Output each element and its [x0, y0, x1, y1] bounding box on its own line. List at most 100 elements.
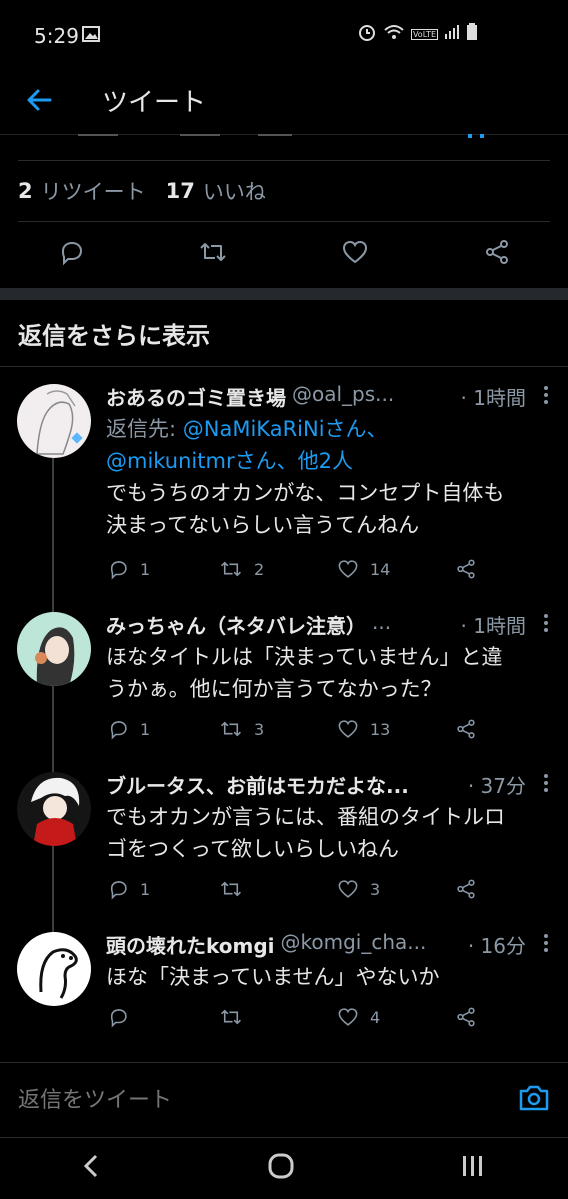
display-name[interactable]: 頭の壊れたkomgi — [106, 930, 275, 960]
retweet-icon — [221, 881, 241, 897]
tweet-header: ブルータス、お前はモカだよな... · 37分 — [106, 770, 552, 800]
timestamp: · 1時間 — [460, 614, 526, 638]
retweet-button[interactable]: 3 — [218, 714, 336, 744]
heart-icon — [338, 560, 358, 578]
back-arrow-icon[interactable] — [22, 82, 58, 118]
like-count: 14 — [370, 559, 391, 579]
likes-count[interactable]: 17 — [166, 179, 195, 203]
like-button[interactable] — [284, 222, 426, 286]
tweet-text-line: ほなタイトルは「決まっていません」と違 — [106, 645, 503, 669]
reply-tweet[interactable]: おあるのゴミ置き場 @oal_ps... · 1時間 返信先: @NaMiKaR… — [0, 382, 568, 582]
retweet-button[interactable] — [218, 1002, 336, 1032]
more-options-icon[interactable] — [542, 932, 550, 958]
nav-recents-icon[interactable] — [460, 1153, 486, 1183]
user-handle[interactable]: @komgi_cha... — [281, 930, 464, 960]
share-button[interactable] — [426, 222, 568, 286]
user-handle[interactable]: @oal_ps... — [292, 382, 457, 412]
like-button[interactable]: 14 — [336, 554, 454, 584]
avatar[interactable] — [17, 932, 91, 1006]
tweet-header: おあるのゴミ置き場 @oal_ps... · 1時間 — [106, 382, 552, 412]
status-icons: VoLTE — [357, 22, 478, 46]
reply-compose-bar — [0, 1062, 568, 1138]
reply-tweet[interactable]: ブルータス、お前はモカだよな... · 37分 でもオカンが言うには、番組のタイ… — [0, 770, 568, 910]
retweet-icon — [221, 561, 241, 577]
user-handle[interactable] — [415, 770, 464, 800]
more-options-icon[interactable] — [542, 384, 550, 410]
section-divider — [0, 288, 568, 300]
avatar[interactable] — [17, 612, 91, 686]
reply-tweet[interactable]: 頭の壊れたkomgi @komgi_cha... · 16分 ほな「決まっていま… — [0, 930, 568, 1040]
reply-mentions-link[interactable]: @NaMiKaRiNiさん、 — [183, 417, 388, 441]
like-button[interactable]: 4 — [336, 1002, 454, 1032]
tweet-text-line: でもオカンが言うには、番組のタイトルロ — [106, 805, 505, 829]
like-button[interactable]: 3 — [336, 874, 454, 904]
user-handle[interactable]: ... — [372, 610, 457, 640]
retweet-button[interactable] — [218, 874, 336, 904]
tweet-text-line: でもうちのオカンがな、コンセプト自体も — [106, 481, 505, 505]
share-button[interactable] — [454, 874, 478, 904]
reply-count: 1 — [140, 719, 151, 739]
tweet-header: みっちゃん（ネタバレ注意） ... · 1時間 — [106, 610, 552, 640]
reply-button[interactable]: 1 — [106, 554, 218, 584]
share-button[interactable] — [454, 714, 478, 744]
scrolled-content-edge — [0, 134, 568, 158]
reply-icon — [110, 561, 127, 580]
retweet-button[interactable] — [142, 222, 284, 286]
more-options-icon[interactable] — [542, 772, 550, 798]
timestamp: · 37分 — [467, 774, 526, 798]
retweet-button[interactable]: 2 — [218, 554, 336, 584]
reply-count: 1 — [140, 559, 151, 579]
nav-home-icon[interactable] — [267, 1152, 295, 1184]
camera-icon[interactable] — [518, 1083, 550, 1117]
status-time: 5:29 — [34, 24, 79, 48]
reply-mentions-link-2[interactable]: @mikunitmrさん、他2人 — [106, 449, 353, 473]
display-name[interactable]: おあるのゴミ置き場 — [106, 382, 286, 412]
share-button[interactable] — [454, 554, 478, 584]
likes-label[interactable]: いいね — [203, 176, 266, 206]
reply-icon — [57, 238, 85, 270]
timestamp: · 16分 — [467, 934, 526, 958]
reply-button[interactable] — [0, 222, 142, 286]
like-count: 3 — [370, 879, 381, 899]
display-name[interactable]: みっちゃん（ネタバレ注意） — [106, 610, 366, 640]
display-name[interactable]: ブルータス、お前はモカだよな... — [106, 770, 409, 800]
signal-icon — [444, 24, 460, 44]
show-more-replies[interactable]: 返信をさらに表示 — [0, 300, 568, 367]
alarm-icon — [357, 22, 377, 46]
reply-input[interactable] — [18, 1083, 488, 1117]
heart-icon — [338, 720, 358, 738]
avatar[interactable] — [17, 772, 91, 846]
reply-tweet[interactable]: みっちゃん（ネタバレ注意） ... · 1時間 ほなタイトルは「決まっていません… — [0, 610, 568, 750]
tweet-body: ほな「決まっていません」やないか — [106, 961, 552, 993]
reply-button[interactable]: 1 — [106, 874, 218, 904]
tweet-actions: 1 3 13 — [106, 714, 486, 744]
retweet-icon — [198, 238, 228, 270]
retweets-count[interactable]: 2 — [18, 179, 33, 203]
reply-button[interactable] — [106, 1002, 218, 1032]
share-icon — [457, 719, 475, 739]
volte-icon: VoLTE — [410, 28, 438, 40]
gallery-notification-icon — [82, 26, 100, 46]
retweets-label[interactable]: リツイート — [41, 176, 146, 206]
reply-button[interactable]: 1 — [106, 714, 218, 744]
avatar[interactable] — [17, 384, 91, 458]
top-app-bar: ツイート — [0, 72, 568, 135]
tweet-text-line: ゴをつくって欲しいらしいねん — [106, 837, 399, 861]
tweet-actions: 1 2 14 — [106, 554, 486, 584]
retweet-count: 2 — [254, 559, 265, 579]
heart-icon — [338, 880, 358, 898]
tweet-action-bar — [0, 222, 568, 286]
share-button[interactable] — [454, 1002, 478, 1032]
more-options-icon[interactable] — [542, 612, 550, 638]
tweet-actions: 1 3 — [106, 874, 486, 904]
reply-icon — [110, 881, 127, 900]
page-title: ツイート — [102, 88, 207, 118]
share-icon — [457, 1007, 475, 1027]
reply-icon — [110, 721, 127, 740]
retweet-icon — [221, 1009, 241, 1025]
nav-back-icon[interactable] — [82, 1152, 102, 1184]
heart-icon — [338, 1008, 358, 1026]
retweet-icon — [221, 721, 241, 737]
share-icon — [457, 879, 475, 899]
like-button[interactable]: 13 — [336, 714, 454, 744]
